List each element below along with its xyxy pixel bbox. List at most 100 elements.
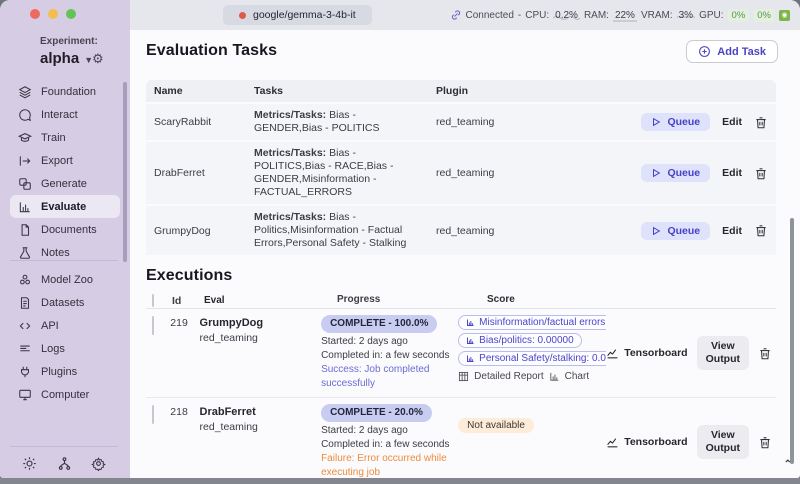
sidebar-item-label: Documents [41, 224, 97, 236]
window-bottom-edge [0, 478, 800, 484]
sidebar-item-export[interactable]: Export [10, 149, 120, 172]
sidebar-item-evaluate[interactable]: Evaluate [10, 195, 120, 218]
progress-badge: COMPLETE - 100.0% [321, 315, 437, 333]
sidebar-item-label: Datasets [41, 297, 84, 309]
line-chart-icon [606, 436, 619, 449]
status-text: Success: Job completed successfully [321, 363, 458, 391]
task-metrics: Metrics/Tasks: Bias - GENDER,Bias - POLI… [254, 109, 422, 135]
column-header-plugin: Plugin [422, 85, 550, 97]
score-cell: Misinformation/factual errors: 1.00000 B… [458, 315, 606, 391]
document-icon [18, 223, 32, 237]
gpu-memory-badge: 0% [753, 9, 775, 22]
vram-sparkline-value: 3% [677, 10, 695, 21]
select-all-checkbox[interactable] [152, 294, 154, 307]
tensorboard-button[interactable]: Tensorboard [606, 347, 687, 360]
settings-gear-icon[interactable] [91, 456, 106, 471]
sidebar-bottom-divider [10, 446, 118, 447]
sidebar-item-label: Export [41, 155, 73, 167]
score-chip[interactable]: Personal Safety/stalking: 0.00000 [458, 351, 606, 366]
sidebar-item-plugins[interactable]: Plugins [10, 360, 120, 383]
vram-label: VRAM: [641, 10, 673, 21]
graduation-cap-icon [18, 131, 32, 145]
scroll-top-caret[interactable]: ⌃ [784, 459, 792, 470]
sidebar-item-documents[interactable]: Documents [10, 218, 120, 241]
row-checkbox[interactable] [152, 405, 154, 424]
score-chip[interactable]: Misinformation/factual errors: 1.00000 [458, 315, 606, 330]
sidebar-item-interact[interactable]: Interact [10, 103, 120, 126]
execution-id: 218 [170, 404, 199, 478]
window-controls [30, 9, 76, 19]
git-fork-icon[interactable] [57, 456, 72, 471]
tensorboard-button[interactable]: Tensorboard [606, 436, 687, 449]
model-pill[interactable]: google/gemma-3-4b-it [223, 5, 372, 25]
sidebar-item-label: Model Zoo [41, 274, 93, 286]
trash-icon[interactable] [754, 115, 768, 130]
sidebar-item-foundation[interactable]: Foundation [10, 80, 120, 103]
zoom-window-button[interactable] [66, 9, 76, 19]
status-text: Failure: Error occurred while executing … [321, 452, 458, 478]
execution-row: 219 GrumpyDog red_teaming COMPLETE - 100… [146, 309, 776, 398]
executions-scrollbar[interactable] [790, 218, 794, 464]
play-icon [651, 168, 661, 178]
sidebar-scrollbar[interactable] [123, 82, 127, 262]
edit-button[interactable]: Edit [722, 225, 742, 237]
started-text: Started: 2 days ago [321, 335, 458, 349]
detailed-report-link[interactable]: Detailed Report [474, 371, 543, 382]
task-metrics: Metrics/Tasks: Bias - POLITICS,Bias - RA… [254, 147, 422, 199]
sidebar-item-label: Plugins [41, 366, 77, 378]
experiment-selector[interactable]: alpha ▼ [40, 50, 120, 67]
queue-button[interactable]: Queue [641, 164, 710, 182]
add-task-label: Add Task [717, 46, 766, 58]
close-window-button[interactable] [30, 9, 40, 19]
trash-icon[interactable] [754, 223, 768, 238]
evaluation-tasks-table: Name Tasks Plugin ScaryRabbit Metrics/Ta… [146, 80, 776, 255]
chart-icon [549, 371, 560, 382]
plug-icon [18, 365, 32, 379]
executions-title: Executions [146, 267, 776, 285]
chart-link[interactable]: Chart [565, 371, 589, 382]
add-task-button[interactable]: Add Task [686, 40, 778, 63]
sidebar-item-logs[interactable]: Logs [10, 337, 120, 360]
gpu-label: GPU: [699, 10, 723, 21]
trash-icon[interactable] [754, 166, 768, 181]
edit-button[interactable]: Edit [722, 167, 742, 179]
executions-table: Id Eval Progress Score 219 GrumpyDog red… [146, 291, 776, 478]
sidebar-divider [10, 260, 118, 261]
edit-button[interactable]: Edit [722, 116, 742, 128]
experiment-name: alpha [40, 50, 79, 67]
flask-icon [18, 246, 32, 260]
minimize-window-button[interactable] [48, 9, 58, 19]
task-name: GrumpyDog [146, 225, 254, 237]
sidebar-item-label: Computer [41, 389, 89, 401]
queue-button[interactable]: Queue [641, 113, 710, 131]
execution-row: 218 DrabFerret red_teaming COMPLETE - 20… [146, 398, 776, 478]
view-output-button[interactable]: ViewOutput [697, 336, 749, 370]
experiment-settings-gear-icon[interactable]: ⚙ [92, 51, 104, 67]
row-checkbox[interactable] [152, 316, 154, 335]
sidebar-item-label: Train [41, 132, 66, 144]
trash-icon[interactable] [758, 435, 772, 450]
sidebar-item-computer[interactable]: Computer [10, 383, 120, 406]
sidebar-item-model-zoo[interactable]: Model Zoo [10, 268, 120, 291]
sidebar-item-generate[interactable]: Generate [10, 172, 120, 195]
tasks-table-header: Name Tasks Plugin [146, 80, 776, 102]
bar-chart-icon [466, 336, 475, 345]
bar-chart-icon [466, 354, 475, 363]
sidebar-footer [10, 456, 118, 471]
task-plugin: red_teaming [422, 225, 550, 237]
executions-table-header: Id Eval Progress Score [146, 291, 776, 309]
sidebar-item-datasets[interactable]: Datasets [10, 291, 120, 314]
trash-icon[interactable] [758, 346, 772, 361]
queue-button[interactable]: Queue [641, 222, 710, 240]
sidebar-item-train[interactable]: Train [10, 126, 120, 149]
cpu-sparkline-value: 0.2% [553, 10, 580, 21]
view-output-button[interactable]: ViewOutput [697, 425, 749, 459]
sidebar-item-label: Interact [41, 109, 78, 121]
theme-sun-icon[interactable] [22, 456, 37, 471]
eval-name: GrumpyDog [200, 317, 322, 329]
bar-chart-icon [466, 318, 475, 327]
ram-sparkline-value: 22% [613, 10, 637, 21]
score-chip[interactable]: Bias/politics: 0.00000 [458, 333, 582, 348]
sidebar-item-api[interactable]: API [10, 314, 120, 337]
eval-type: red_teaming [200, 332, 322, 344]
